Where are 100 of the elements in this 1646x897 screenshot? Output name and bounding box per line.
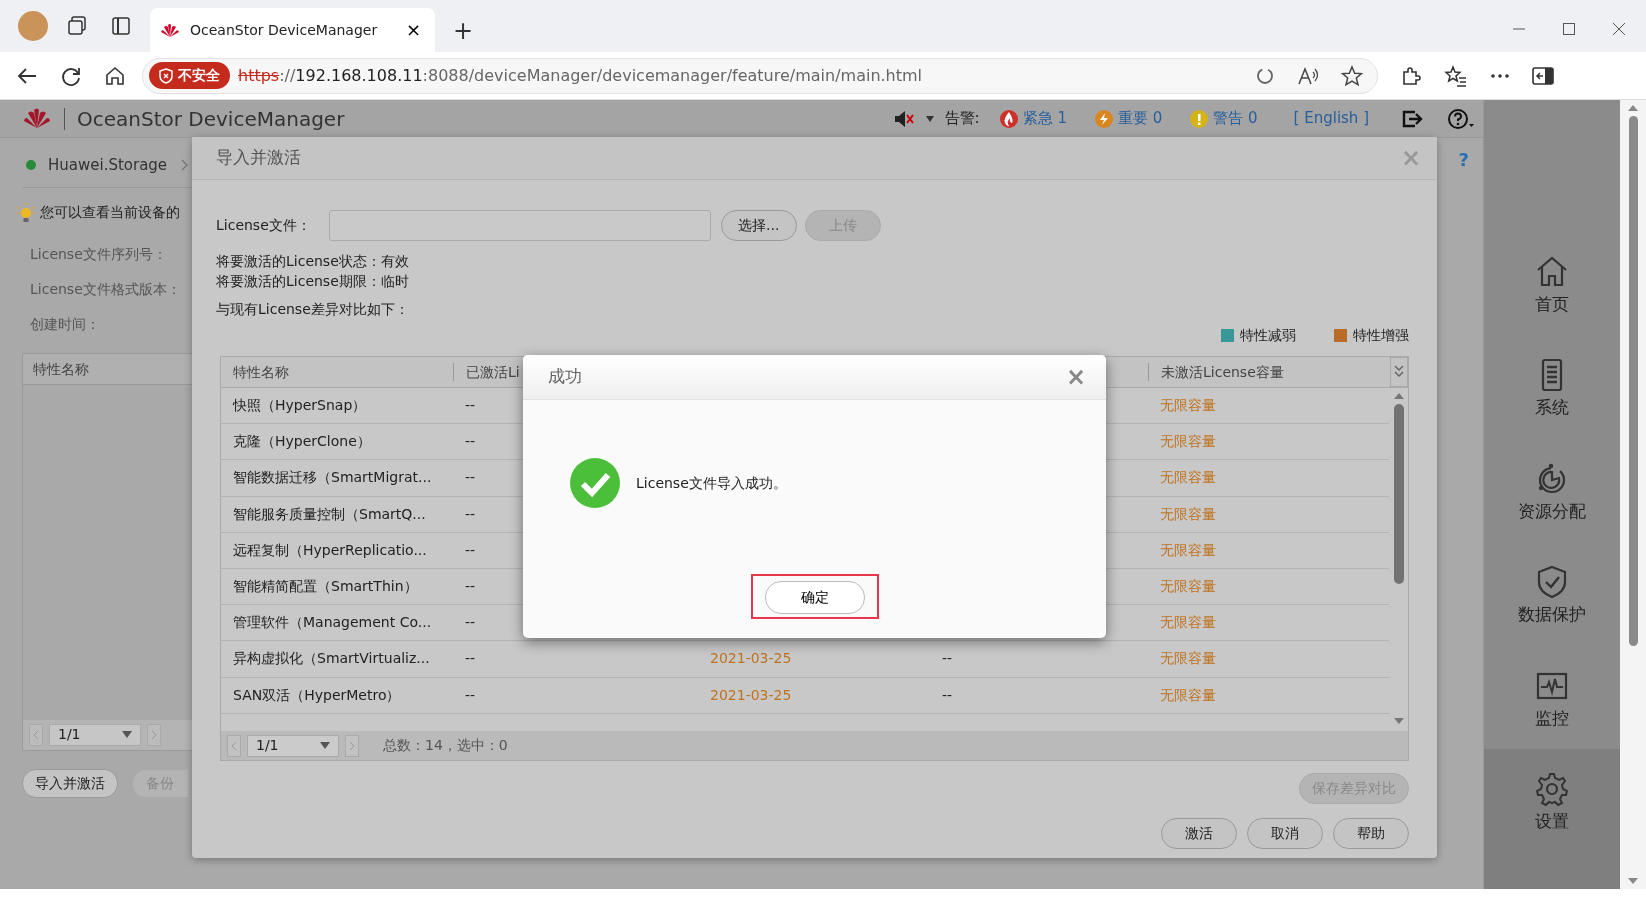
table-cell: 无限容量	[1160, 650, 1216, 667]
table-cell: 远程复制（HyperReplicatio...	[233, 541, 427, 558]
scroll-up-icon[interactable]	[1627, 104, 1639, 112]
table-cell: --	[465, 578, 476, 595]
puzzle-icon[interactable]	[1400, 64, 1422, 87]
security-label: 不安全	[178, 66, 220, 85]
critical-alarm-icon	[999, 109, 1018, 128]
dialog-button[interactable]: 激活	[1161, 818, 1237, 849]
table-cell: 异构虚拟化（SmartVirtualiz...	[233, 650, 430, 667]
nav-item[interactable]: 资源分配	[1484, 460, 1620, 524]
table-cell: 克隆（HyperClone）	[233, 433, 371, 450]
info-text: 将要激活的License期限：临时	[216, 272, 410, 291]
scroll-down-icon[interactable]	[1627, 877, 1639, 885]
caret-icon[interactable]	[924, 114, 935, 123]
success-check-icon	[570, 458, 620, 508]
security-badge[interactable]: 不安全	[149, 62, 230, 89]
dialog-button[interactable]: 取消	[1247, 818, 1323, 849]
logout-icon[interactable]	[1401, 108, 1423, 129]
settings-icon	[1534, 771, 1570, 807]
tab-title: OceanStor DeviceManager	[190, 20, 379, 40]
table-summary: 总数：14，选中：0	[383, 736, 508, 755]
dialog-button[interactable]: 帮助	[1333, 818, 1409, 849]
star-icon[interactable]	[1341, 64, 1363, 87]
table-cell: 无限容量	[1160, 541, 1216, 558]
table-cell: 智能精简配置（SmartThin）	[233, 578, 418, 595]
maximize-icon[interactable]	[1562, 22, 1576, 36]
favorites-icon[interactable]	[1444, 64, 1468, 87]
column-header: 特性名称	[232, 363, 290, 381]
table-cell: 智能服务质量控制（SmartQ...	[233, 505, 426, 522]
close-tab-button[interactable]: ×	[401, 21, 425, 39]
nav-item[interactable]: 首页	[1484, 253, 1620, 317]
file-input[interactable]	[328, 210, 711, 241]
table-cell: --	[465, 614, 476, 631]
table-cell: 无限容量	[1160, 614, 1216, 631]
warning-alarm-icon	[1190, 109, 1209, 128]
table-cell: SAN双活（HyperMetro）	[233, 686, 401, 703]
success-message: License文件导入成功。	[636, 473, 787, 493]
chevron-icon	[181, 159, 190, 172]
tab-actions-icon[interactable]	[110, 15, 132, 37]
table-cell: 无限容量	[1160, 433, 1216, 450]
table-cell: 无限容量	[1160, 505, 1216, 522]
table-cell: --	[942, 650, 953, 667]
field-label: 创建时间：	[30, 314, 101, 334]
table-cell: --	[465, 541, 476, 558]
language-link[interactable]: [ English ]	[1293, 107, 1369, 130]
table-cell: 无限容量	[1160, 578, 1216, 595]
caret-icon	[122, 731, 132, 738]
compare-label: 与现有License差异对比如下：	[216, 300, 410, 319]
page-select[interactable]: 1/1	[247, 734, 339, 757]
help-icon[interactable]	[1447, 107, 1475, 130]
field-label: License文件：	[216, 216, 311, 235]
table-cell: 2021-03-25	[710, 650, 792, 667]
page-select[interactable]: 1/1	[49, 723, 141, 746]
shield-icon	[159, 67, 173, 84]
scroll-up-icon[interactable]	[1392, 392, 1405, 400]
action-button[interactable]: 导入并激活	[22, 768, 118, 798]
read-aloud-icon[interactable]	[1297, 65, 1319, 86]
expand-columns-icon[interactable]	[1390, 357, 1408, 387]
table-cell: 无限容量	[1160, 686, 1216, 703]
table-cell: --	[465, 505, 476, 522]
info-text: 将要激活的License状态：有效	[216, 252, 410, 271]
close-icon[interactable]	[1612, 22, 1626, 36]
new-tab-button[interactable]: +	[447, 18, 480, 44]
nav-item[interactable]: 数据保护	[1484, 564, 1620, 628]
table-cell: 无限容量	[1160, 397, 1216, 414]
caret-icon	[320, 742, 330, 749]
nav-item[interactable]: 系统	[1484, 357, 1620, 421]
legend-label: 特性减弱	[1240, 326, 1296, 345]
table-cell: --	[465, 650, 476, 667]
hint-text: 您可以查看当前设备的	[40, 203, 180, 222]
browser-tab[interactable]: OceanStor DeviceManager ×	[150, 8, 435, 52]
product-title: OceanStor DeviceManager	[77, 105, 345, 133]
file-button[interactable]: 选择...	[720, 210, 797, 241]
alarm-count[interactable]: 紧急 1	[999, 107, 1067, 130]
table-cell: --	[465, 433, 476, 450]
sidebar-icon[interactable]	[1532, 66, 1554, 85]
nav-item[interactable]: 监控	[1484, 667, 1620, 731]
alarm-count[interactable]: 警告 0	[1190, 107, 1258, 130]
table-cell: 快照（HyperSnap）	[233, 397, 367, 414]
nav-item[interactable]: 设置	[1484, 771, 1620, 835]
column-header: 特性名称	[23, 353, 192, 385]
ok-button[interactable]: 确定	[764, 581, 865, 614]
scroll-down-icon[interactable]	[1392, 717, 1405, 725]
lightbulb-icon	[16, 201, 36, 224]
dialog-title: 导入并激活	[216, 146, 301, 170]
table-cell: 管理软件（Management Co...	[233, 614, 432, 631]
alarm-count[interactable]: 重要 0	[1094, 107, 1163, 130]
address-bar[interactable]: 不安全 https://192.168.108.11:8088/deviceManager/devicemanager/feature/main/main.html	[142, 57, 1378, 94]
field-label: License文件格式版本：	[30, 279, 182, 299]
field-label: License文件序列号：	[30, 244, 168, 264]
table-cell: --	[465, 686, 476, 703]
more-icon[interactable]	[1490, 72, 1510, 79]
home-icon[interactable]	[104, 64, 126, 87]
legend-label: 特性增强	[1353, 326, 1409, 345]
breadcrumb-link[interactable]: Huawei.Storage	[48, 154, 168, 177]
close-button[interactable]: ×	[1065, 365, 1086, 389]
table-cell: --	[465, 469, 476, 486]
table-cell: --	[942, 686, 953, 703]
collections-icon[interactable]	[66, 15, 88, 37]
table-cell: 2021-03-25	[710, 686, 792, 703]
